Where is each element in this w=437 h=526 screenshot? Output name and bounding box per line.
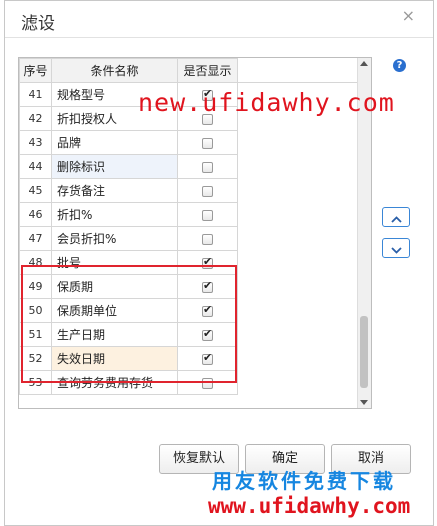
row-blank xyxy=(237,130,360,155)
row-show-cell xyxy=(177,202,238,227)
row-seq: 43 xyxy=(19,130,52,155)
row-seq: 45 xyxy=(19,178,52,203)
scroll-up-icon[interactable] xyxy=(360,60,368,66)
table-row[interactable]: 52 失效日期 xyxy=(19,346,360,371)
header-blank xyxy=(237,58,360,83)
row-condition-name: 批号 xyxy=(51,250,178,275)
row-seq: 41 xyxy=(19,82,52,107)
header-condition-name: 条件名称 xyxy=(51,58,178,83)
table-row[interactable]: 49 保质期 xyxy=(19,274,360,299)
row-seq: 51 xyxy=(19,322,52,347)
table-row[interactable]: 44 删除标识 xyxy=(19,154,360,179)
row-seq: 42 xyxy=(19,106,52,131)
row-seq: 52 xyxy=(19,346,52,371)
watermark-bottom-url: www.ufidawhy.com xyxy=(208,494,411,518)
row-condition-name: 折扣% xyxy=(51,202,178,227)
row-show-cell xyxy=(177,298,238,323)
watermark-top: new.ufidawhy.com xyxy=(138,88,395,117)
row-seq: 47 xyxy=(19,226,52,251)
table-row[interactable]: 45 存货备注 xyxy=(19,178,360,203)
row-blank xyxy=(237,274,360,299)
row-seq: 50 xyxy=(19,298,52,323)
scrollbar-thumb[interactable] xyxy=(360,316,368,388)
table-row[interactable]: 43 品牌 xyxy=(19,130,360,155)
dialog-title: 滤设 xyxy=(21,14,55,34)
row-seq: 49 xyxy=(19,274,52,299)
show-checkbox[interactable] xyxy=(202,327,213,341)
row-blank xyxy=(237,370,360,395)
row-seq: 44 xyxy=(19,154,52,179)
row-blank xyxy=(237,346,360,371)
show-checkbox[interactable] xyxy=(202,137,213,149)
show-checkbox[interactable] xyxy=(202,279,213,293)
close-icon[interactable]: × xyxy=(402,6,415,25)
show-checkbox[interactable] xyxy=(202,303,213,317)
row-show-cell xyxy=(177,322,238,347)
chevron-up-icon xyxy=(390,216,402,223)
row-blank xyxy=(237,178,360,203)
row-show-cell xyxy=(177,274,238,299)
row-condition-name: 存货备注 xyxy=(51,178,178,203)
row-blank xyxy=(237,226,360,251)
help-icon[interactable]: ? xyxy=(393,59,406,72)
row-show-cell xyxy=(177,154,238,179)
row-condition-name: 会员折扣% xyxy=(51,226,178,251)
show-checkbox[interactable] xyxy=(202,377,213,389)
row-show-cell xyxy=(177,250,238,275)
table-header-row: 序号 条件名称 是否显示 xyxy=(19,58,360,83)
row-condition-name: 品牌 xyxy=(51,130,178,155)
scroll-down-icon[interactable] xyxy=(360,400,368,406)
header-show: 是否显示 xyxy=(177,58,238,83)
show-checkbox[interactable] xyxy=(202,209,213,221)
watermark-bottom-cn: 用友软件免费下载 xyxy=(212,469,396,493)
show-checkbox[interactable] xyxy=(202,233,213,245)
table-row[interactable]: 51 生产日期 xyxy=(19,322,360,347)
title-divider xyxy=(5,37,433,38)
header-seq: 序号 xyxy=(19,58,52,83)
table-row[interactable]: 46 折扣% xyxy=(19,202,360,227)
row-seq: 46 xyxy=(19,202,52,227)
move-up-button[interactable] xyxy=(382,207,410,227)
show-checkbox[interactable] xyxy=(202,161,213,173)
row-blank xyxy=(237,202,360,227)
row-show-cell xyxy=(177,346,238,371)
row-show-cell xyxy=(177,370,238,395)
row-condition-name: 保质期单位 xyxy=(51,298,178,323)
row-blank xyxy=(237,154,360,179)
show-checkbox[interactable] xyxy=(202,185,213,197)
table-row[interactable]: 53 查询劳务费用存货 xyxy=(19,370,360,395)
row-show-cell xyxy=(177,178,238,203)
row-blank xyxy=(237,250,360,275)
move-down-button[interactable] xyxy=(382,238,410,258)
row-condition-name: 删除标识 xyxy=(51,154,178,179)
table-row[interactable]: 48 批号 xyxy=(19,250,360,275)
row-condition-name: 保质期 xyxy=(51,274,178,299)
table-row[interactable]: 50 保质期单位 xyxy=(19,298,360,323)
row-blank xyxy=(237,322,360,347)
show-checkbox[interactable] xyxy=(202,255,213,269)
row-condition-name: 失效日期 xyxy=(51,346,178,371)
row-condition-name: 查询劳务费用存货 xyxy=(51,370,178,395)
row-condition-name: 生产日期 xyxy=(51,322,178,347)
chevron-down-icon xyxy=(390,247,402,254)
row-seq: 48 xyxy=(19,250,52,275)
row-seq: 53 xyxy=(19,370,52,395)
row-blank xyxy=(237,298,360,323)
table-row[interactable]: 47 会员折扣% xyxy=(19,226,360,251)
row-show-cell xyxy=(177,130,238,155)
row-show-cell xyxy=(177,226,238,251)
show-checkbox[interactable] xyxy=(202,351,213,365)
